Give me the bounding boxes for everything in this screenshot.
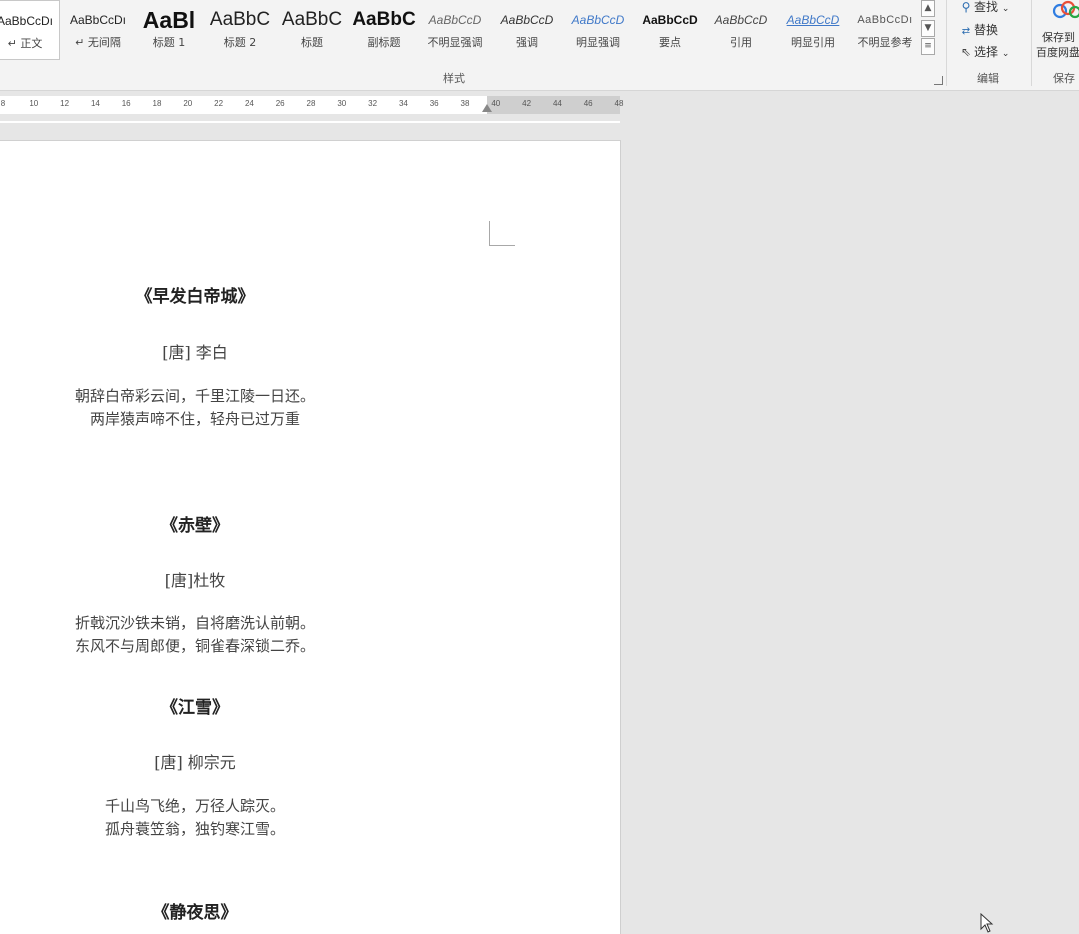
ribbon: AaBbCcDı ↵ 正文 AaBbCcDı ↵ 无间隔 AaBl 标题 1 A… (0, 0, 1079, 91)
poem-title: 《早发白帝城》 (135, 287, 255, 307)
style-no-spacing[interactable]: AaBbCcDı ↵ 无间隔 (63, 0, 133, 60)
style-quote[interactable]: AaBbCcD 引用 (706, 0, 776, 60)
style-subtle-emphasis[interactable]: AaBbCcD 不明显强调 (420, 0, 490, 60)
gallery-down-button[interactable]: ▼ (921, 20, 935, 37)
style-strong[interactable]: AaBbCcD 要点 (635, 0, 705, 60)
poem-title: 《赤壁》 (161, 516, 229, 536)
styles-gallery: AaBbCcDı ↵ 正文 AaBbCcDı ↵ 无间隔 AaBl 标题 1 A… (0, 0, 920, 62)
save-to-baidu-button[interactable]: 保存到 百度网盘 (1036, 0, 1079, 62)
chevron-down-icon: ⌄ (1001, 4, 1010, 14)
style-normal[interactable]: AaBbCcDı ↵ 正文 (0, 0, 60, 60)
horizontal-ruler[interactable]: 8 10 12 14 16 18 20 22 24 26 28 30 32 34 36 38 40 42 44 46 4… (0, 96, 623, 114)
ruler-tick-label: 46 (583, 99, 593, 108)
baidu-cloud-icon (1052, 0, 1079, 19)
ruler-tick-label: 32 (368, 99, 378, 108)
poem-line: 折戟沉沙铁未销，自将磨洗认前朝。 (74, 614, 315, 632)
ruler-tick-label: 12 (60, 99, 70, 108)
poem-author: [唐]杜牧 (164, 571, 226, 590)
search-icon: ⚲ (961, 0, 971, 14)
style-emphasis[interactable]: AaBbCcD 强调 (492, 0, 562, 60)
style-subtitle[interactable]: AaBbC 副标题 (349, 0, 419, 60)
style-title[interactable]: AaBbC 标题 (277, 0, 347, 60)
style-heading-2[interactable]: AaBbC 标题 2 (205, 0, 275, 60)
replace-icon: ⇄ (961, 26, 971, 37)
poem-author: [唐] 李白 (162, 343, 228, 362)
select-button[interactable]: ⇖ 选择 ⌄ (958, 43, 1009, 60)
gallery-up-button[interactable]: ▲ (921, 0, 935, 17)
style-intense-emphasis[interactable]: AaBbCcD 明显强调 (563, 0, 633, 60)
ruler-baseline (0, 121, 620, 123)
style-heading-1[interactable]: AaBl 标题 1 (134, 0, 204, 60)
replace-button[interactable]: ⇄ 替换 (958, 21, 998, 38)
ruler-tick-label: 40 (491, 99, 501, 108)
ruler-tick-label: 42 (522, 99, 532, 108)
ruler-tick-label: 10 (29, 99, 39, 108)
margin-corner-mark (489, 221, 515, 246)
ruler-tick-label: 26 (275, 99, 285, 108)
ribbon-separator (946, 0, 947, 86)
ruler-tick-label: 36 (429, 99, 439, 108)
styles-group-label: 样式 (443, 72, 465, 85)
style-intense-quote[interactable]: AaBbCcD 明显引用 (778, 0, 848, 60)
pointer-icon: ⇖ (960, 45, 972, 59)
ruler-tick-label: 30 (337, 99, 347, 108)
poem-line: 孤舟蓑笠翁，独钓寒江雪。 (104, 820, 285, 838)
ruler-tick-label: 28 (306, 99, 316, 108)
ruler-tick-label: 20 (183, 99, 193, 108)
poem-title: 《静夜思》 (152, 903, 238, 923)
poem-line: 东风不与周郎便，铜雀春深锁二乔。 (74, 637, 315, 655)
poem-title: 《江雪》 (161, 698, 229, 718)
ruler-tick-label: 14 (90, 99, 100, 108)
styles-gallery-scroll: ▲ ▼ ≡ (921, 0, 935, 58)
gallery-more-button[interactable]: ≡ (921, 38, 935, 55)
ruler-tick-label: 48 (614, 99, 624, 108)
poem-line: 朝辞白帝彩云间，千里江陵一日还。 (74, 387, 315, 405)
chevron-down-icon: ⌄ (1001, 49, 1010, 59)
right-indent-marker[interactable] (482, 104, 492, 112)
save-group-label: 保存 (1053, 72, 1075, 85)
poem-line: 千山鸟飞绝，万径人踪灭。 (104, 797, 285, 815)
ribbon-separator (1031, 0, 1032, 86)
ruler-tick-label: 24 (244, 99, 254, 108)
styles-dialog-launcher[interactable] (934, 76, 943, 85)
ruler-tick-label: 22 (214, 99, 224, 108)
mouse-pointer-icon (980, 913, 994, 933)
ruler-tick-label: 44 (552, 99, 562, 108)
ruler-tick-label: 8 (0, 99, 6, 108)
find-button[interactable]: ⚲ 查找 ⌄ (958, 0, 1010, 15)
style-subtle-reference[interactable]: AaBbCcDı 不明显参考 (850, 0, 920, 60)
ruler-tick-label: 34 (398, 99, 408, 108)
poem-line: 两岸猿声啼不住，轻舟已过万重 (89, 410, 300, 428)
ruler-tick-label: 18 (152, 99, 162, 108)
ruler-tick-label: 16 (121, 99, 131, 108)
ruler-tick-label: 38 (460, 99, 470, 108)
poem-author: [唐] 柳宗元 (154, 753, 236, 772)
editing-group-label: 编辑 (977, 72, 999, 85)
